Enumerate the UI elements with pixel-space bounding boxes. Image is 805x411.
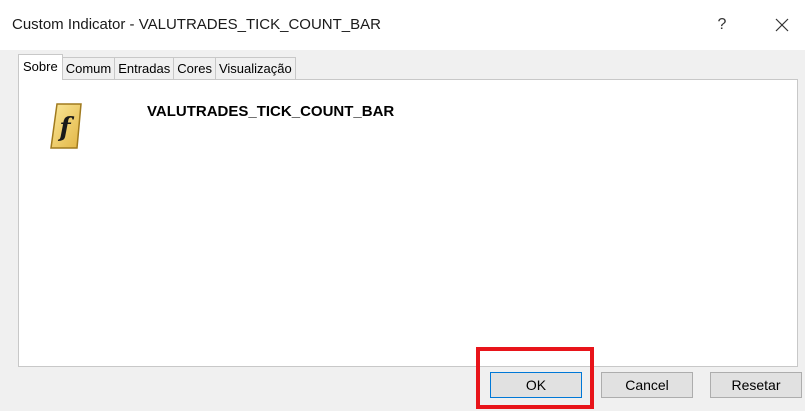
help-icon: ?	[717, 16, 727, 33]
tab-strip: Sobre Comum Entradas Cores Visualização	[18, 54, 296, 80]
function-icon: f	[50, 103, 82, 149]
tab-entradas[interactable]: Entradas	[114, 57, 175, 80]
about-panel: f VALUTRADES_TICK_COUNT_BAR	[18, 79, 798, 367]
window-title: Custom Indicator - VALUTRADES_TICK_COUNT…	[12, 16, 381, 33]
tab-visualizacao[interactable]: Visualização	[214, 57, 296, 80]
tab-comum[interactable]: Comum	[61, 57, 116, 80]
close-button[interactable]	[762, 8, 802, 42]
title-bar: Custom Indicator - VALUTRADES_TICK_COUNT…	[0, 0, 805, 50]
dialog-body: Sobre Comum Entradas Cores Visualização …	[0, 50, 805, 411]
indicator-name: VALUTRADES_TICK_COUNT_BAR	[147, 103, 395, 120]
reset-button[interactable]: Resetar	[710, 372, 802, 398]
close-icon	[775, 18, 789, 32]
cancel-button[interactable]: Cancel	[601, 372, 693, 398]
tab-cores[interactable]: Cores	[173, 57, 216, 80]
help-button[interactable]: ?	[702, 8, 742, 42]
tab-sobre[interactable]: Sobre	[18, 54, 63, 80]
ok-highlight-box	[476, 347, 594, 409]
